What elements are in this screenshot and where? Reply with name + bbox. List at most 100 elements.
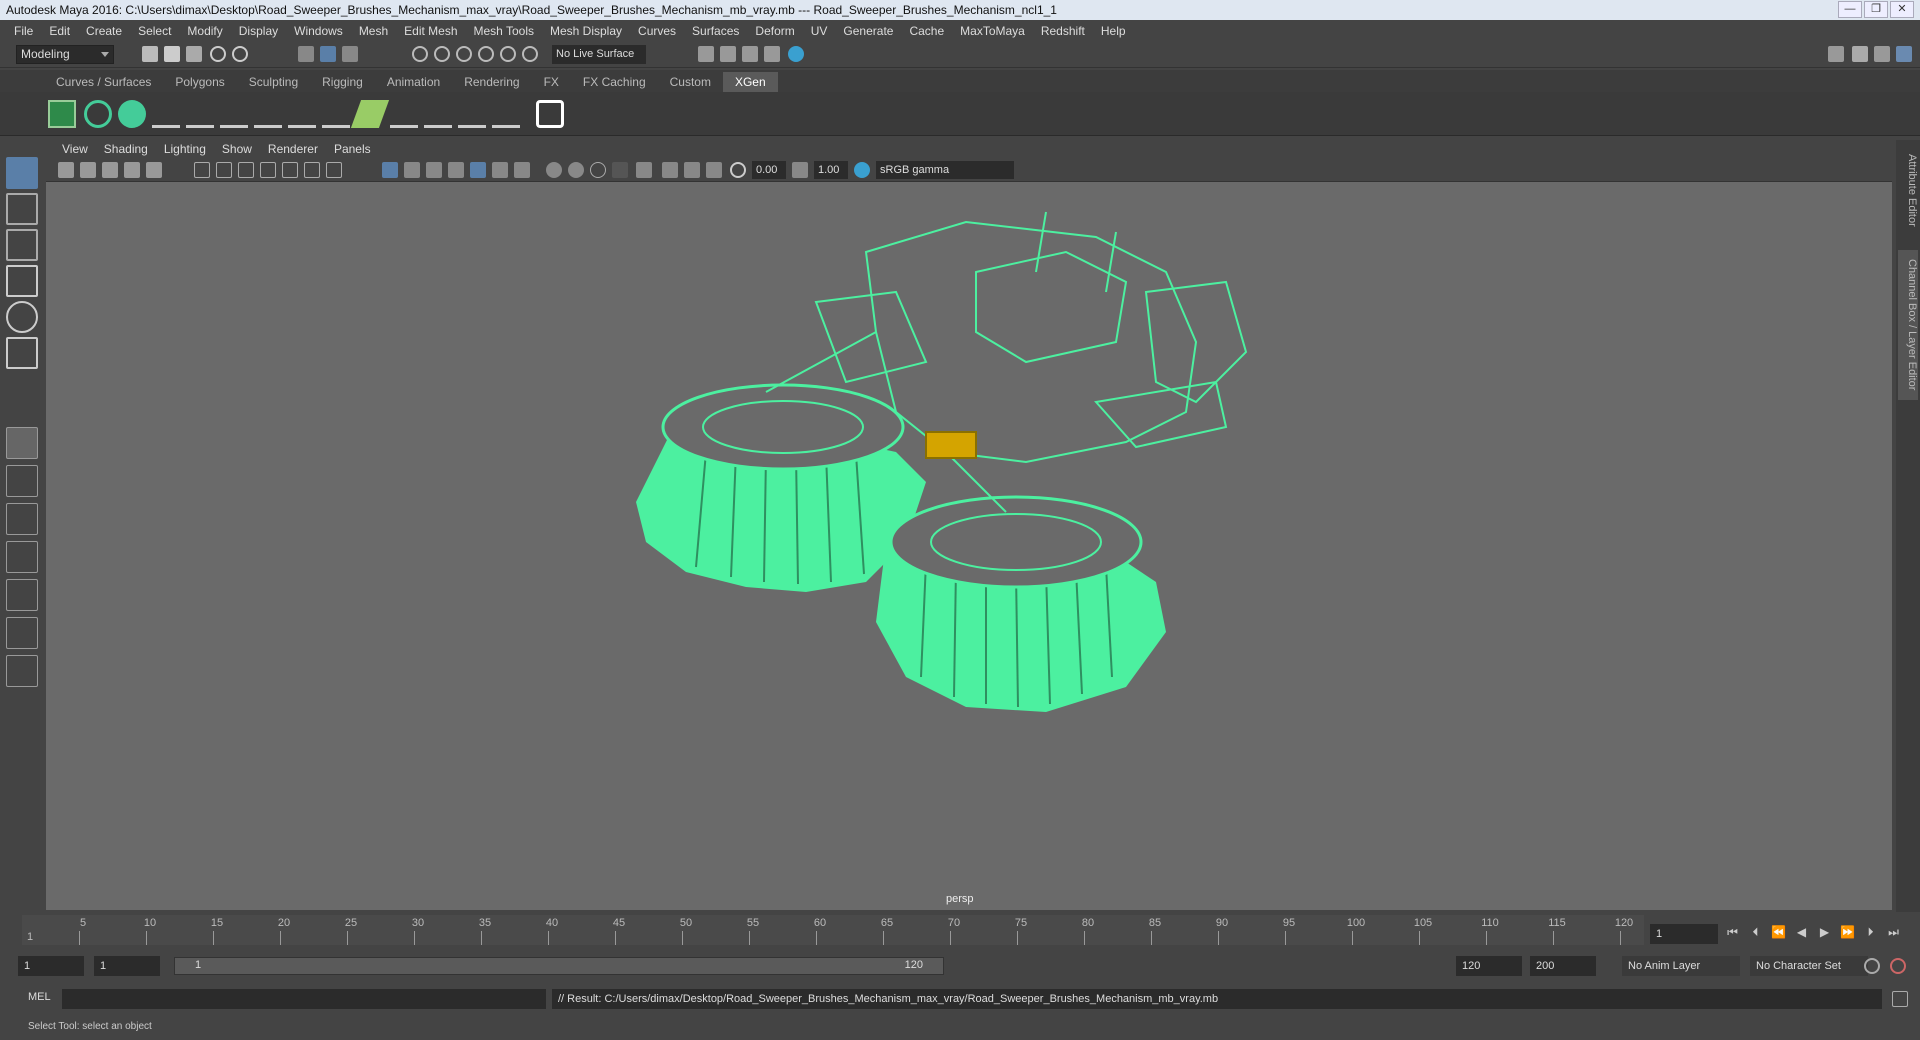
tab-polygons[interactable]: Polygons: [163, 72, 236, 92]
color-management-icon[interactable]: [854, 162, 870, 178]
tab-fx-caching[interactable]: FX Caching: [571, 72, 658, 92]
menu-surfaces[interactable]: Surfaces: [684, 24, 747, 38]
panel-menu-show[interactable]: Show: [214, 142, 260, 156]
smooth-shade-icon[interactable]: [404, 162, 420, 178]
render-settings-icon[interactable]: [698, 46, 714, 62]
safe-action-icon[interactable]: [304, 162, 320, 178]
sculpt-guide-icon[interactable]: [220, 100, 248, 128]
perspective-viewport[interactable]: persp: [46, 182, 1892, 910]
lasso-tool-icon[interactable]: [6, 193, 38, 225]
new-scene-icon[interactable]: [142, 46, 158, 62]
xray-icon[interactable]: [470, 162, 486, 178]
curves-to-guide-icon[interactable]: [424, 100, 452, 128]
menu-mesh-tools[interactable]: Mesh Tools: [466, 24, 542, 38]
ambient-occlusion-icon[interactable]: [546, 162, 562, 178]
paint-select-tool-icon[interactable]: [6, 229, 38, 261]
anim-layer-dropdown[interactable]: No Anim Layer: [1622, 956, 1740, 976]
minimize-button[interactable]: —: [1838, 1, 1862, 18]
open-scene-icon[interactable]: [164, 46, 180, 62]
tab-xgen[interactable]: XGen: [722, 72, 778, 92]
tab-rigging[interactable]: Rigging: [310, 72, 375, 92]
menu-uv[interactable]: UV: [803, 24, 836, 38]
menu-deform[interactable]: Deform: [747, 24, 802, 38]
depth-of-field-icon[interactable]: [612, 162, 628, 178]
rotate-tool-icon[interactable]: [6, 301, 38, 333]
menu-modify[interactable]: Modify: [179, 24, 230, 38]
menu-generate[interactable]: Generate: [835, 24, 901, 38]
persp-graph-layout-icon[interactable]: [6, 541, 38, 573]
menu-create[interactable]: Create: [78, 24, 130, 38]
select-by-hierarchy-icon[interactable]: [298, 46, 314, 62]
step-forward-key-icon[interactable]: ⏩: [1839, 924, 1856, 941]
hypershade-icon[interactable]: [788, 46, 804, 62]
panel-menu-panels[interactable]: Panels: [326, 142, 379, 156]
animation-preferences-icon[interactable]: [1890, 958, 1906, 974]
play-backwards-icon[interactable]: ◀: [1793, 924, 1810, 941]
wireframe-icon[interactable]: [382, 162, 398, 178]
play-forwards-icon[interactable]: ▶: [1816, 924, 1833, 941]
go-to-end-icon[interactable]: ⏭: [1885, 924, 1902, 941]
menu-edit-mesh[interactable]: Edit Mesh: [396, 24, 465, 38]
scale-tool-icon[interactable]: [6, 337, 38, 369]
color-space-dropdown[interactable]: sRGB gamma: [876, 161, 1014, 179]
gamma-field[interactable]: 1.00: [814, 161, 848, 179]
select-by-object-icon[interactable]: [320, 46, 336, 62]
command-language-label[interactable]: MEL: [28, 991, 51, 1003]
four-view-layout-icon[interactable]: [6, 465, 38, 497]
use-all-lights-icon[interactable]: [492, 162, 508, 178]
tab-channel-box[interactable]: Channel Box / Layer Editor: [1898, 250, 1918, 400]
backface-culling-icon[interactable]: [706, 162, 722, 178]
hypershade-layout-icon[interactable]: [6, 617, 38, 649]
tool-settings-toggle-icon[interactable]: [1874, 46, 1890, 62]
paint-map-icon[interactable]: [350, 100, 390, 128]
tab-custom[interactable]: Custom: [658, 72, 723, 92]
grease-pencil-icon[interactable]: [146, 162, 162, 178]
lock-guide-icon[interactable]: [288, 100, 316, 128]
animation-start-field[interactable]: 1: [18, 956, 84, 976]
playback-end-field[interactable]: 120: [1456, 956, 1522, 976]
xray-joints-icon[interactable]: [662, 162, 678, 178]
antialiasing-icon[interactable]: [590, 162, 606, 178]
tab-fx[interactable]: FX: [532, 72, 571, 92]
snap-view-plane-icon[interactable]: [478, 46, 494, 62]
snap-curve-icon[interactable]: [434, 46, 450, 62]
persp-list-layout-icon[interactable]: [6, 579, 38, 611]
range-slider-bar[interactable]: 1 120: [174, 957, 944, 975]
textured-icon[interactable]: [448, 162, 464, 178]
more-layouts-icon[interactable]: [6, 655, 38, 687]
xgen-editor-icon[interactable]: [48, 100, 76, 128]
film-gate-icon[interactable]: [216, 162, 232, 178]
step-back-frame-icon[interactable]: ⏴: [1747, 924, 1764, 941]
menu-curves[interactable]: Curves: [630, 24, 684, 38]
camera-lock-icon[interactable]: [80, 162, 96, 178]
current-frame-field[interactable]: 1: [1650, 924, 1718, 944]
auto-key-icon[interactable]: [1864, 958, 1880, 974]
render-view-icon[interactable]: [764, 46, 780, 62]
persp-outliner-layout-icon[interactable]: [6, 503, 38, 535]
grid-toggle-icon[interactable]: [194, 162, 210, 178]
panel-menu-renderer[interactable]: Renderer: [260, 142, 326, 156]
undo-icon[interactable]: [210, 46, 226, 62]
redo-icon[interactable]: [232, 46, 248, 62]
modeling-toolkit-icon[interactable]: [1828, 46, 1844, 62]
camera-attributes-icon[interactable]: [58, 162, 74, 178]
select-tool-icon[interactable]: [6, 157, 38, 189]
menu-set-dropdown[interactable]: Modeling: [16, 45, 114, 64]
time-slider-bar[interactable]: 1 5 10 15 20 25 30 35 40 45 50 55 60 65 …: [22, 915, 1644, 945]
default-lighting-icon[interactable]: [426, 162, 442, 178]
add-guide-icon[interactable]: [186, 100, 214, 128]
make-live-icon[interactable]: [522, 46, 538, 62]
menu-windows[interactable]: Windows: [286, 24, 351, 38]
xgen-delete-icon[interactable]: [492, 100, 520, 128]
channel-box-toggle-icon[interactable]: [1896, 46, 1912, 62]
live-surface-field[interactable]: No Live Surface: [552, 45, 646, 64]
save-scene-icon[interactable]: [186, 46, 202, 62]
move-tool-icon[interactable]: [6, 265, 38, 297]
motion-blur-icon[interactable]: [568, 162, 584, 178]
playback-start-field[interactable]: 1: [94, 956, 160, 976]
guide-length-icon[interactable]: [322, 100, 350, 128]
panel-menu-view[interactable]: View: [54, 142, 96, 156]
menu-cache[interactable]: Cache: [901, 24, 952, 38]
xgen-preview-icon[interactable]: [536, 100, 564, 128]
menu-help[interactable]: Help: [1093, 24, 1134, 38]
